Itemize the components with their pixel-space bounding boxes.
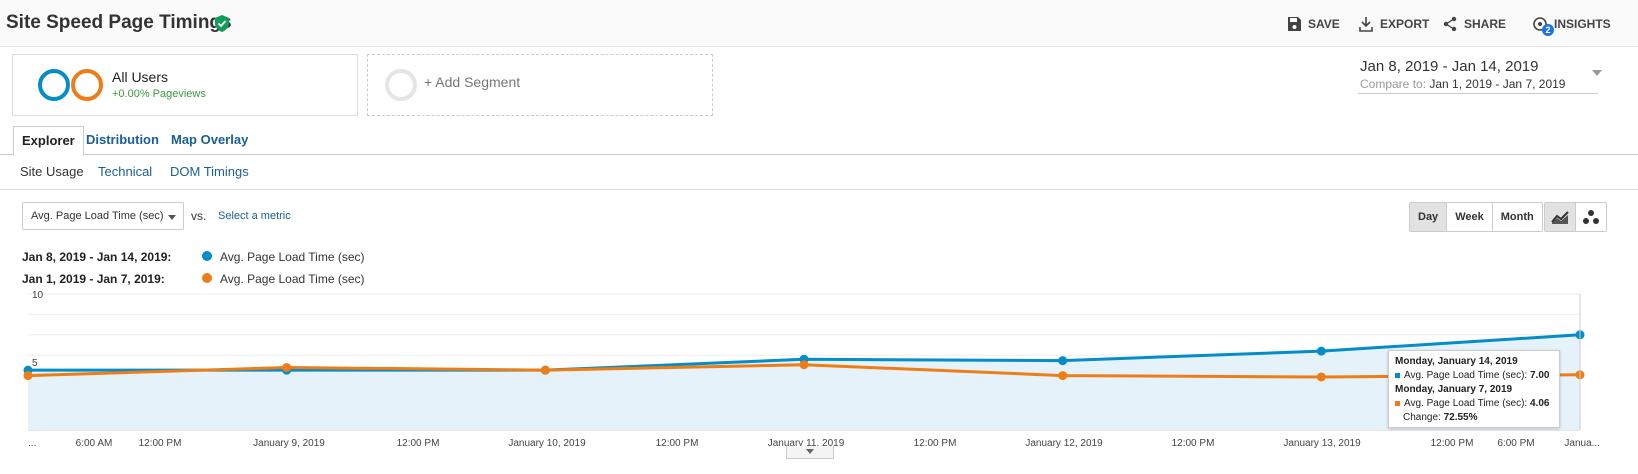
legend-range-current: Jan 8, 2019 - Jan 14, 2019: [22,250,172,264]
share-label: SHARE [1464,17,1507,31]
tooltip-value-previous: 4.06 [1530,398,1550,409]
segment-title: All Users [112,69,169,85]
select-metric-link[interactable]: Select a metric [218,210,291,222]
data-point-previous [282,362,292,372]
legend-dot-current [202,251,212,261]
compare-label: Compare to: [1360,77,1427,91]
chart-expand-toggle[interactable] [786,446,834,459]
save-label: SAVE [1308,17,1340,31]
data-point-current [1316,346,1326,356]
x-tick-label: 6:00 PM [1497,438,1534,449]
day-button[interactable]: Day [1410,203,1448,231]
legend-range-previous: Jan 1, 2019 - Jan 7, 2019: [22,272,165,286]
x-tick-label: January 9, 2019 [253,438,325,449]
legend-metric-previous: Avg. Page Load Time (sec) [220,272,365,286]
x-tick-label: Janua... [1564,438,1600,449]
page-title: Site Speed Page Timings [6,12,232,33]
segment-color-ring-blue [38,69,70,101]
x-tick-label: 6:00 AM [76,438,113,449]
add-segment-label[interactable]: + Add Segment [424,74,520,90]
subtabs-divider [0,189,1638,190]
data-point-current [1058,356,1068,366]
x-tick-label: January 13, 2019 [1283,438,1361,449]
subtab-technical[interactable]: Technical [98,164,152,179]
tooltip-change-value: 72.55% [1443,412,1478,423]
x-tick-label: 12:00 PM [656,438,699,449]
date-range-compare[interactable]: Compare to: Jan 1, 2019 - Jan 7, 2019 [1360,77,1565,91]
date-range-main[interactable]: Jan 8, 2019 - Jan 14, 2019 [1360,58,1538,75]
vs-label: vs. [191,209,207,223]
verified-shield-icon [215,15,229,32]
date-range-dropdown-icon[interactable] [1592,70,1602,76]
x-tick-label: 12:00 PM [1172,438,1215,449]
chart-tooltip: Monday, January 14, 2019 Avg. Page Load … [1388,350,1560,428]
y-tick-label: 10 [32,290,44,301]
insights-button[interactable]: 2 INSIGHTS [1532,16,1611,36]
segment-card-all-users[interactable] [12,54,358,116]
tab-explorer[interactable]: Explorer [13,126,84,156]
segment-color-ring-orange [71,69,103,101]
tooltip-metric-previous: Avg. Page Load Time (sec): [1404,398,1528,409]
insights-label: INSIGHTS [1554,17,1611,31]
tooltip-date-previous: Monday, January 7, 2019 [1395,384,1513,395]
share-button[interactable]: SHARE [1442,16,1506,32]
insights-count-badge: 2 [1542,24,1554,36]
tooltip-metric-current: Avg. Page Load Time (sec): [1404,370,1528,381]
share-icon [1443,16,1457,32]
x-tick-label: 12:00 PM [139,438,182,449]
data-point-previous [799,360,809,370]
segment-subtitle: +0.00% Pageviews [112,88,206,100]
export-label: EXPORT [1380,17,1430,31]
x-tick-label: 12:00 PM [914,438,957,449]
tooltip-value-current: 7.00 [1530,370,1550,381]
y-tick-label: 5 [32,358,38,369]
dropdown-caret-icon [168,215,176,220]
add-segment-ring [385,69,417,101]
metric-dropdown-value: Avg. Page Load Time (sec) [31,210,164,222]
bubble-chart-icon [1583,210,1599,224]
save-button[interactable]: SAVE [1286,16,1340,32]
x-tick-label: 12:00 PM [1431,438,1474,449]
tooltip-change-label: Change: [1403,412,1441,423]
metric-dropdown[interactable]: Avg. Page Load Time (sec) [22,202,184,230]
export-button[interactable]: EXPORT [1358,16,1429,32]
tooltip-date-current: Monday, January 14, 2019 [1395,356,1518,367]
line-chart-button[interactable] [1545,203,1576,231]
data-point-previous [1058,371,1068,381]
month-button[interactable]: Month [1492,203,1542,231]
tab-distribution[interactable]: Distribution [78,126,167,154]
subtab-dom-timings[interactable]: DOM Timings [170,164,249,179]
tooltip-swatch-previous [1395,400,1400,406]
data-point-previous [23,371,33,381]
period-button-group: Day Week Month [1409,202,1543,232]
subtab-site-usage[interactable]: Site Usage [20,164,84,179]
x-tick-label: January 12, 2019 [1025,438,1103,449]
data-point-previous [540,365,550,375]
export-icon [1359,17,1373,32]
legend-dot-previous [202,273,212,283]
legend-metric-current: Avg. Page Load Time (sec) [220,250,365,264]
tab-map-overlay[interactable]: Map Overlay [163,126,256,154]
week-button[interactable]: Week [1447,203,1493,231]
motion-chart-button[interactable] [1576,203,1606,231]
tabs-divider [0,154,1638,155]
chart-type-button-group [1544,202,1607,232]
tooltip-swatch-current [1395,372,1400,378]
add-segment-card[interactable] [367,54,713,116]
x-tick-label: January 10, 2019 [508,438,586,449]
x-tick-label: 12:00 PM [397,438,440,449]
data-point-previous [1316,372,1326,382]
x-tick-label: ... [28,438,36,449]
save-icon [1288,17,1301,31]
line-chart-icon [1551,211,1569,224]
compare-value: Jan 1, 2019 - Jan 7, 2019 [1429,77,1566,91]
date-range-underline [1358,93,1598,94]
